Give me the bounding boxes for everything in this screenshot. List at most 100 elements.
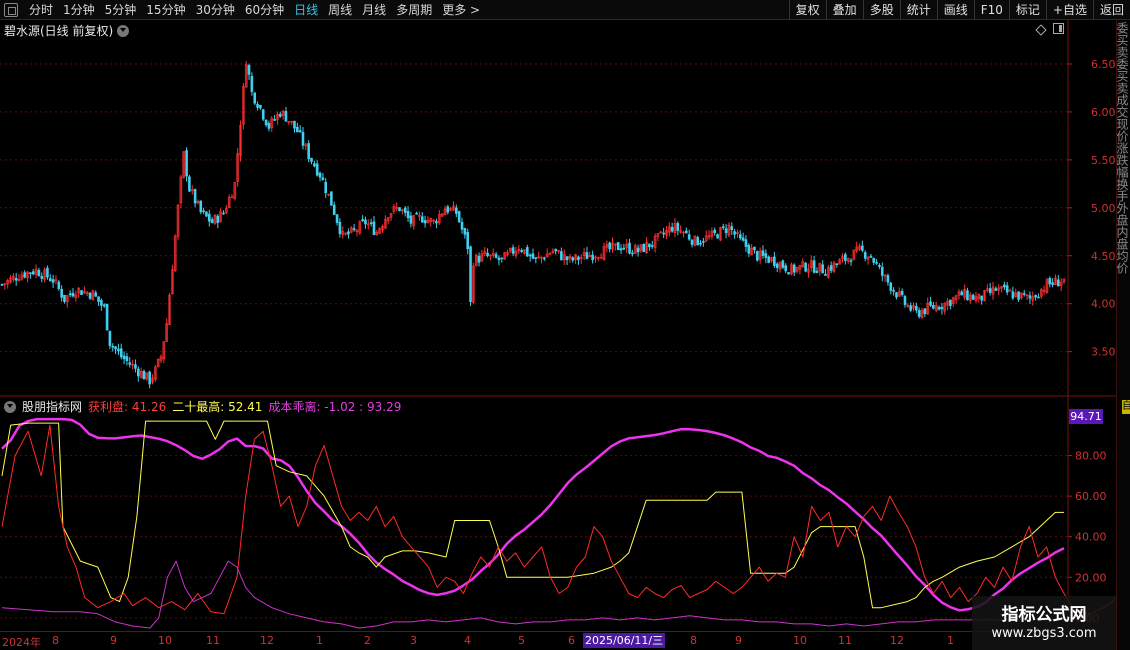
candle-body [80,290,83,296]
candle-body [210,219,214,224]
candle-body [781,260,785,268]
candle-body [403,207,407,213]
candle-body [460,221,464,230]
candle-body [812,260,816,273]
indicator-dropdown-icon[interactable] [4,400,16,413]
sub-tick-label: 60.00 [1075,490,1107,503]
candle-body [1017,291,1020,300]
candle-body [114,346,117,350]
candle-body [903,296,907,305]
candle-body [136,368,140,377]
axis-label: 6 [568,634,575,647]
axis-label: 5 [518,634,525,647]
watermark-url: www.zbgs3.com [991,626,1097,641]
candle-body [804,262,807,272]
candle-body [966,290,969,301]
cursor-date: 2025/06/11/三 [583,633,666,648]
candle-body [676,223,680,231]
candle-body [741,237,745,241]
candle-body [1037,296,1040,299]
candle-body [571,257,575,261]
candle-body [591,254,594,261]
candle-body [696,237,699,246]
candle-body [534,257,538,259]
candle-body [409,215,413,224]
deviation-label: 成本乖离: -1.02 : 93.29 [268,400,402,414]
axis-label: 12 [890,634,904,647]
sub-tick-label: 80.00 [1075,450,1107,463]
candle-body [267,122,271,129]
candle-body [0,283,4,286]
main-tick-label: 4.00 [1091,298,1116,311]
candle-body [134,364,137,369]
candle-body [792,264,796,273]
candle-body [324,181,328,194]
candle-body [420,216,424,223]
candle-body [199,200,203,213]
candle-body [616,242,620,251]
candle-body [685,230,688,234]
candle-body [631,252,634,255]
candle-body [338,222,342,234]
candle-body [1051,282,1054,285]
candle-body [500,257,504,260]
candle-body [662,232,665,235]
candle-body [142,370,146,380]
candle-body [497,257,501,261]
candle-body [364,219,367,225]
candle-body [423,220,427,224]
candle-body [716,234,719,239]
candle-body [117,348,120,352]
series-high20 [1,420,1064,609]
candle-body [713,229,717,233]
candle-body [1048,278,1052,285]
candle-body [51,279,55,283]
candle-body [980,295,983,301]
candle-body [863,252,867,259]
candle-body [486,252,489,257]
candle-body [543,257,546,260]
candle-body [88,292,92,299]
candle-body [753,246,756,251]
profit-label: 获利盘: 41.26 [88,400,167,414]
high20-label: 二十最高: 52.41 [172,400,263,414]
watermark-title: 指标公式网 [1001,605,1087,625]
candle-body [784,265,788,272]
candle-body [1005,285,1009,293]
chart-canvas: 3.504.004.505.005.506.006.500.0020.0040.… [0,20,1130,631]
candle-body [185,150,188,177]
candle-body [815,270,819,273]
candle-body [835,263,839,265]
candle-body [111,345,115,348]
candle-body [940,306,944,310]
axis-label: 1 [947,634,954,647]
candle-body [264,119,268,126]
main-tick-label: 4.50 [1091,250,1116,263]
main-tick-label: 3.50 [1091,346,1116,359]
candle-body [250,75,254,92]
candle-body [46,267,49,278]
candle-body [511,247,515,254]
candle-body [128,362,132,365]
candle-body [565,256,569,261]
candle-body [829,265,833,271]
indicator-name[interactable]: 股朋指标网 [22,398,82,415]
candle-body [278,113,282,117]
candle-body [937,306,941,310]
candle-body [932,304,935,309]
candle-body [994,288,998,291]
candle-body [869,255,873,258]
candle-body [97,296,100,302]
candle-body [119,348,123,358]
candle-body [361,219,364,222]
candle-body [608,242,611,250]
candle-body [293,120,296,129]
axis-label: 10 [793,634,807,647]
axis-label: 2 [364,634,371,647]
candle-body [721,226,725,228]
candle-body [14,278,18,281]
main-tick-label: 6.50 [1091,58,1116,71]
candle-body [315,163,319,176]
candle-body [878,264,881,267]
candle-body [849,260,853,262]
